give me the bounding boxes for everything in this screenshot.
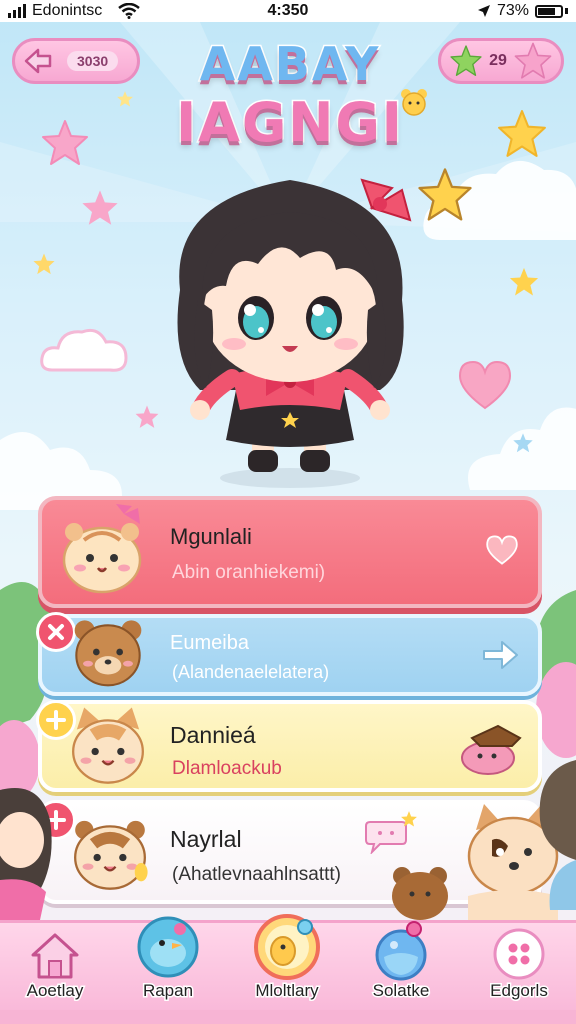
heart-icon <box>458 360 512 410</box>
card-title: Nayrlal <box>170 826 242 852</box>
card-subtitle: (Alandenaelelatera) <box>172 662 330 682</box>
grid-dots-icon <box>493 928 545 980</box>
back-button[interactable]: 3030 <box>12 38 140 84</box>
title-line-1: AABAY <box>198 36 381 93</box>
nav-label: Solatke <box>371 980 431 1002</box>
star-icon <box>401 811 417 827</box>
nav-item-mloltlary[interactable]: Mloltlary <box>232 914 342 1013</box>
close-icon <box>48 624 64 640</box>
home-indicator-bar <box>0 1010 576 1024</box>
battery-percent: 73% <box>496 2 529 19</box>
card-subtitle: Dlamloackub <box>172 758 282 779</box>
wifi-icon <box>118 3 141 19</box>
battery-icon <box>535 4 563 18</box>
arrow-right-icon[interactable] <box>480 638 520 672</box>
chibi-girl-character <box>177 178 412 488</box>
pink-star-icon <box>514 42 552 79</box>
star-icon <box>498 110 546 157</box>
green-star-icon <box>450 45 482 76</box>
cloud-icon <box>40 328 128 372</box>
potion-icon <box>375 921 427 981</box>
boy-side-character <box>539 760 576 910</box>
nav-label: Mloltlary <box>254 980 320 1002</box>
hamster-avatar <box>62 504 142 594</box>
star-icon <box>82 190 118 225</box>
star-icon <box>33 253 55 275</box>
star-count: 29 <box>489 52 507 69</box>
nav-label: Rapan <box>141 980 194 1002</box>
signal-icon <box>8 4 26 18</box>
bottom-nav: Aoetlay Rapan Mloltlary Solatke Edgorls <box>0 914 576 1013</box>
card-subtitle: (Ahatlevnaahlnsattt) <box>172 864 341 885</box>
arrow-left-icon <box>24 48 52 74</box>
star-icon <box>117 91 133 107</box>
list-item[interactable]: Eumeiba (Alandenaelelatera) <box>36 612 542 696</box>
nav-item-solatke[interactable]: Solatke <box>346 921 456 1013</box>
title-line-2: IAGNGI <box>175 90 404 155</box>
star-icon <box>42 120 88 165</box>
list-item[interactable]: Mgunlali Abin oranhiekemi) <box>38 496 542 608</box>
back-label: 3030 <box>67 51 119 71</box>
bear-avatar <box>74 620 142 687</box>
plus-icon <box>46 710 66 730</box>
star-icon <box>509 267 539 296</box>
star-counter[interactable]: 29 <box>438 38 564 84</box>
nav-label: Aoetlay <box>25 980 85 1002</box>
nav-label: Edgorls <box>489 980 550 1002</box>
hamster-avatar <box>74 820 148 890</box>
bird-icon <box>137 916 199 978</box>
battery-tip <box>565 8 568 14</box>
home-icon <box>31 933 79 979</box>
heart-icon[interactable] <box>484 534 520 566</box>
teddy-bear-icon <box>392 867 448 920</box>
card-title: Dannieá <box>170 722 256 748</box>
nav-item-home[interactable]: Aoetlay <box>0 923 110 1013</box>
card-title: Mgunlali <box>170 524 252 549</box>
cat-avatar <box>72 707 144 784</box>
nav-item-edgorls[interactable]: Edgorls <box>464 923 574 1013</box>
game-title: AABAY IAGNGI <box>140 36 440 176</box>
pet-ring-icon <box>254 914 320 980</box>
star-icon <box>513 433 533 453</box>
card-subtitle: Abin oranhiekemi) <box>172 562 326 583</box>
location-arrow-icon <box>477 5 490 17</box>
carrier-label: Edonintsc <box>32 2 103 19</box>
card-title: Eumeiba <box>170 632 249 654</box>
girl-side-character <box>0 788 52 920</box>
nav-item-rapan[interactable]: Rapan <box>113 916 223 1013</box>
pet-bed-icon[interactable] <box>458 720 524 776</box>
list-item[interactable]: Dannieá Dlamloackub <box>36 700 542 792</box>
status-bar: Edonintsc 4:350 73% <box>0 0 576 22</box>
bear-face-icon <box>401 89 427 116</box>
